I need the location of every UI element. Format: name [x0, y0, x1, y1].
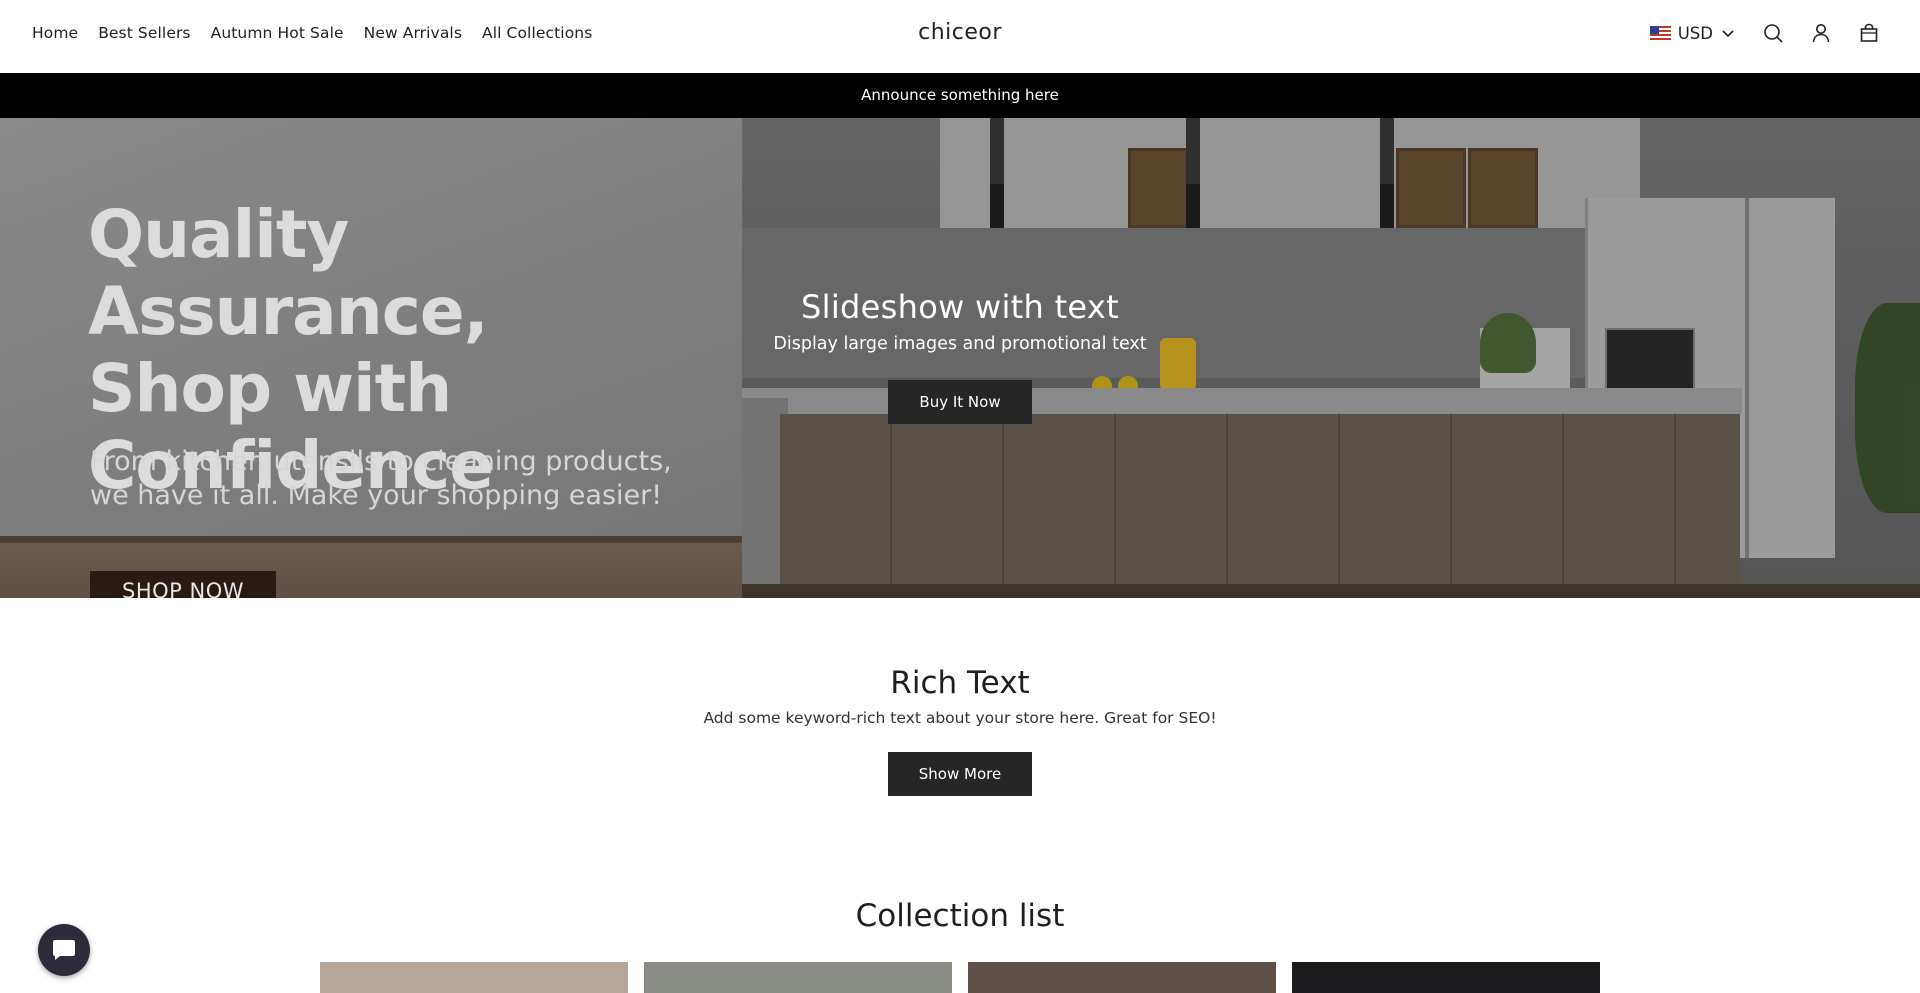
- hero-slideshow: Quality Assurance, Shop with Confidence …: [0, 118, 1920, 598]
- chevron-down-icon: [1722, 30, 1734, 38]
- store-logo[interactable]: chiceor: [0, 20, 1920, 45]
- search-icon[interactable]: [1762, 22, 1784, 44]
- currency-selector[interactable]: USD: [1649, 23, 1736, 43]
- buy-it-now-button[interactable]: Buy It Now: [888, 380, 1032, 424]
- banner-subtext-line-1: From kitchen utensils to cleaning produc…: [90, 446, 672, 477]
- chat-button[interactable]: [38, 924, 90, 976]
- collection-card-4[interactable]: [1292, 962, 1600, 993]
- slide-title: Slideshow with text: [801, 288, 1119, 326]
- rich-text-body: Add some keyword-rich text about your st…: [703, 709, 1217, 727]
- announcement-bar: Announce something here: [0, 73, 1920, 118]
- collection-card-1[interactable]: [320, 962, 628, 993]
- us-flag-icon: [1649, 26, 1671, 40]
- banner-headline-line-2: Shop with: [88, 350, 452, 427]
- collection-list-title: Collection list: [855, 898, 1065, 934]
- hero-overlay: [742, 118, 1920, 598]
- banner-image-left: Quality Assurance, Shop with Confidence …: [0, 118, 742, 598]
- currency-label: USD: [1677, 23, 1713, 43]
- banner-subtext: From kitchen utensils to cleaning produc…: [90, 445, 672, 513]
- collection-card-3[interactable]: [968, 962, 1276, 993]
- account-icon[interactable]: [1810, 22, 1832, 44]
- banner-headline-line-1: Quality Assurance,: [88, 196, 489, 350]
- slide-subtitle: Display large images and promotional tex…: [773, 334, 1147, 354]
- chat-icon: [53, 940, 75, 960]
- show-more-button[interactable]: Show More: [888, 752, 1032, 796]
- rich-text-title: Rich Text: [890, 665, 1030, 701]
- cart-icon[interactable]: [1858, 22, 1880, 44]
- banner-subtext-line-2: we have it all. Make your shopping easie…: [90, 480, 663, 511]
- header-actions: USD: [1649, 22, 1880, 44]
- site-header: Home Best Sellers Autumn Hot Sale New Ar…: [0, 0, 1920, 73]
- banner-shop-now: SHOP NOW: [90, 571, 276, 598]
- collection-card-2[interactable]: [644, 962, 952, 993]
